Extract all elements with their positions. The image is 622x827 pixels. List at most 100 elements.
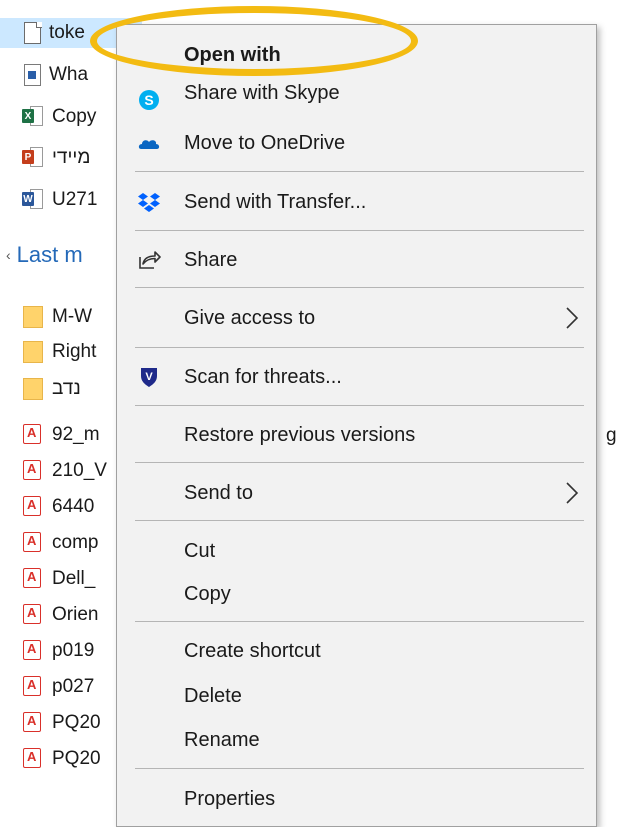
menu-separator — [135, 462, 584, 463]
menu-item-rename[interactable]: Rename — [117, 720, 596, 760]
file-row[interactable]: Orien — [22, 600, 98, 630]
menu-item-share[interactable]: Share — [117, 240, 596, 280]
pdf-file-icon — [22, 423, 44, 447]
file-row[interactable]: X Copy — [22, 102, 96, 132]
folder-row[interactable]: נדב — [22, 374, 81, 404]
pdf-file-icon — [22, 567, 44, 591]
file-name: PQ20 — [52, 712, 101, 733]
menu-item-cut[interactable]: Cut — [117, 531, 596, 571]
file-row[interactable]: W U271 — [22, 185, 97, 215]
menu-item-label: Properties — [184, 787, 276, 810]
file-row[interactable]: p019 — [22, 636, 94, 666]
menu-item-label: Copy — [184, 582, 231, 605]
file-name: toke — [49, 22, 85, 43]
menu-separator — [135, 520, 584, 521]
menu-separator — [135, 230, 584, 231]
menu-item-delete[interactable]: Delete — [117, 676, 596, 716]
menu-item-create-shortcut[interactable]: Create shortcut — [117, 631, 596, 671]
share-icon — [139, 251, 161, 269]
menu-item-send-to[interactable]: Send to — [117, 473, 596, 513]
menu-item-label: Scan for threats... — [184, 365, 342, 388]
dropbox-icon — [138, 193, 160, 212]
menu-item-open-with[interactable]: Open with — [117, 35, 596, 75]
image-file-icon — [24, 64, 41, 86]
context-menu: Open with S Share with Skype Move to One… — [116, 24, 597, 827]
menu-item-scan-threats[interactable]: V Scan for threats... — [117, 357, 596, 397]
file-name: Wha — [49, 64, 89, 85]
file-name: PQ20 — [52, 748, 101, 769]
word-file-icon: W — [22, 188, 44, 212]
pdf-file-icon — [22, 639, 44, 663]
menu-separator — [135, 405, 584, 406]
file-name: 6440 — [52, 496, 95, 517]
menu-item-restore-versions[interactable]: Restore previous versions — [117, 415, 596, 455]
menu-separator — [135, 171, 584, 172]
chevron-right-icon — [566, 482, 579, 504]
menu-item-label: Rename — [184, 728, 260, 751]
menu-item-give-access[interactable]: Give access to — [117, 298, 596, 338]
file-name: מיידי — [52, 147, 91, 168]
menu-item-label: Send with Transfer... — [184, 190, 367, 213]
file-name: p019 — [52, 640, 95, 661]
file-name: comp — [52, 532, 99, 553]
folder-icon — [22, 340, 44, 364]
file-name: נדב — [52, 378, 81, 399]
section-title: Last m — [16, 242, 83, 267]
folder-icon — [22, 377, 44, 401]
file-row[interactable]: Dell_ — [22, 564, 95, 594]
pdf-file-icon — [22, 531, 44, 555]
file-row[interactable]: 210_V — [22, 456, 107, 486]
file-row[interactable]: P מיידי — [22, 143, 90, 173]
menu-item-label: Open with — [184, 43, 281, 66]
file-row[interactable]: 6440 — [22, 492, 94, 522]
truncated-text: g — [606, 425, 617, 446]
file-name: Dell_ — [52, 568, 96, 589]
menu-item-share-skype[interactable]: S Share with Skype — [117, 80, 596, 114]
file-row[interactable]: 92_m — [22, 420, 100, 450]
file-row[interactable]: p027 — [22, 672, 94, 702]
file-name: U271 — [52, 189, 98, 210]
menu-separator — [135, 621, 584, 622]
menu-item-label: Share with Skype — [184, 82, 340, 104]
menu-item-send-transfer[interactable]: Send with Transfer... — [117, 182, 596, 222]
folder-icon — [22, 305, 44, 329]
section-header-last-modified[interactable]: ‹ Last m — [6, 242, 83, 268]
svg-text:V: V — [145, 371, 153, 383]
folder-row[interactable]: M-W — [22, 302, 92, 332]
pdf-file-icon — [22, 603, 44, 627]
file-row[interactable]: PQ20 — [22, 744, 101, 774]
menu-item-label: Give access to — [184, 306, 316, 329]
menu-item-label: Share — [184, 248, 238, 271]
menu-separator — [135, 768, 584, 769]
file-name: p027 — [52, 676, 95, 697]
onedrive-cloud-icon — [138, 140, 160, 149]
excel-file-icon: X — [22, 105, 44, 129]
file-row[interactable]: comp — [22, 528, 98, 558]
file-row[interactable]: PQ20 — [22, 708, 101, 738]
menu-item-label: Move to OneDrive — [184, 131, 346, 154]
menu-item-label: Create shortcut — [184, 639, 321, 662]
menu-item-label: Send to — [184, 481, 253, 504]
folder-row[interactable]: Right — [22, 337, 96, 367]
skype-icon: S — [139, 90, 159, 110]
svg-text:S: S — [144, 92, 153, 108]
pdf-file-icon — [22, 675, 44, 699]
menu-item-properties[interactable]: Properties — [117, 779, 596, 819]
pdf-file-icon — [22, 711, 44, 735]
chevron-icon: ‹ — [6, 247, 11, 263]
file-name: 210_V — [52, 460, 107, 481]
menu-item-copy[interactable]: Copy — [117, 574, 596, 614]
file-name: Copy — [52, 106, 97, 127]
menu-item-label: Cut — [184, 539, 216, 562]
menu-item-move-onedrive[interactable]: Move to OneDrive — [117, 123, 596, 163]
chevron-right-icon — [566, 307, 579, 329]
menu-separator — [135, 287, 584, 288]
security-shield-icon: V — [141, 368, 157, 387]
file-name: M-W — [52, 306, 93, 327]
file-row[interactable]: Wha — [22, 60, 88, 90]
pdf-file-icon — [22, 459, 44, 483]
menu-item-label: Delete — [184, 684, 242, 707]
file-name: Orien — [52, 604, 99, 625]
pdf-file-icon — [22, 495, 44, 519]
menu-item-label: Restore previous versions — [184, 423, 416, 446]
